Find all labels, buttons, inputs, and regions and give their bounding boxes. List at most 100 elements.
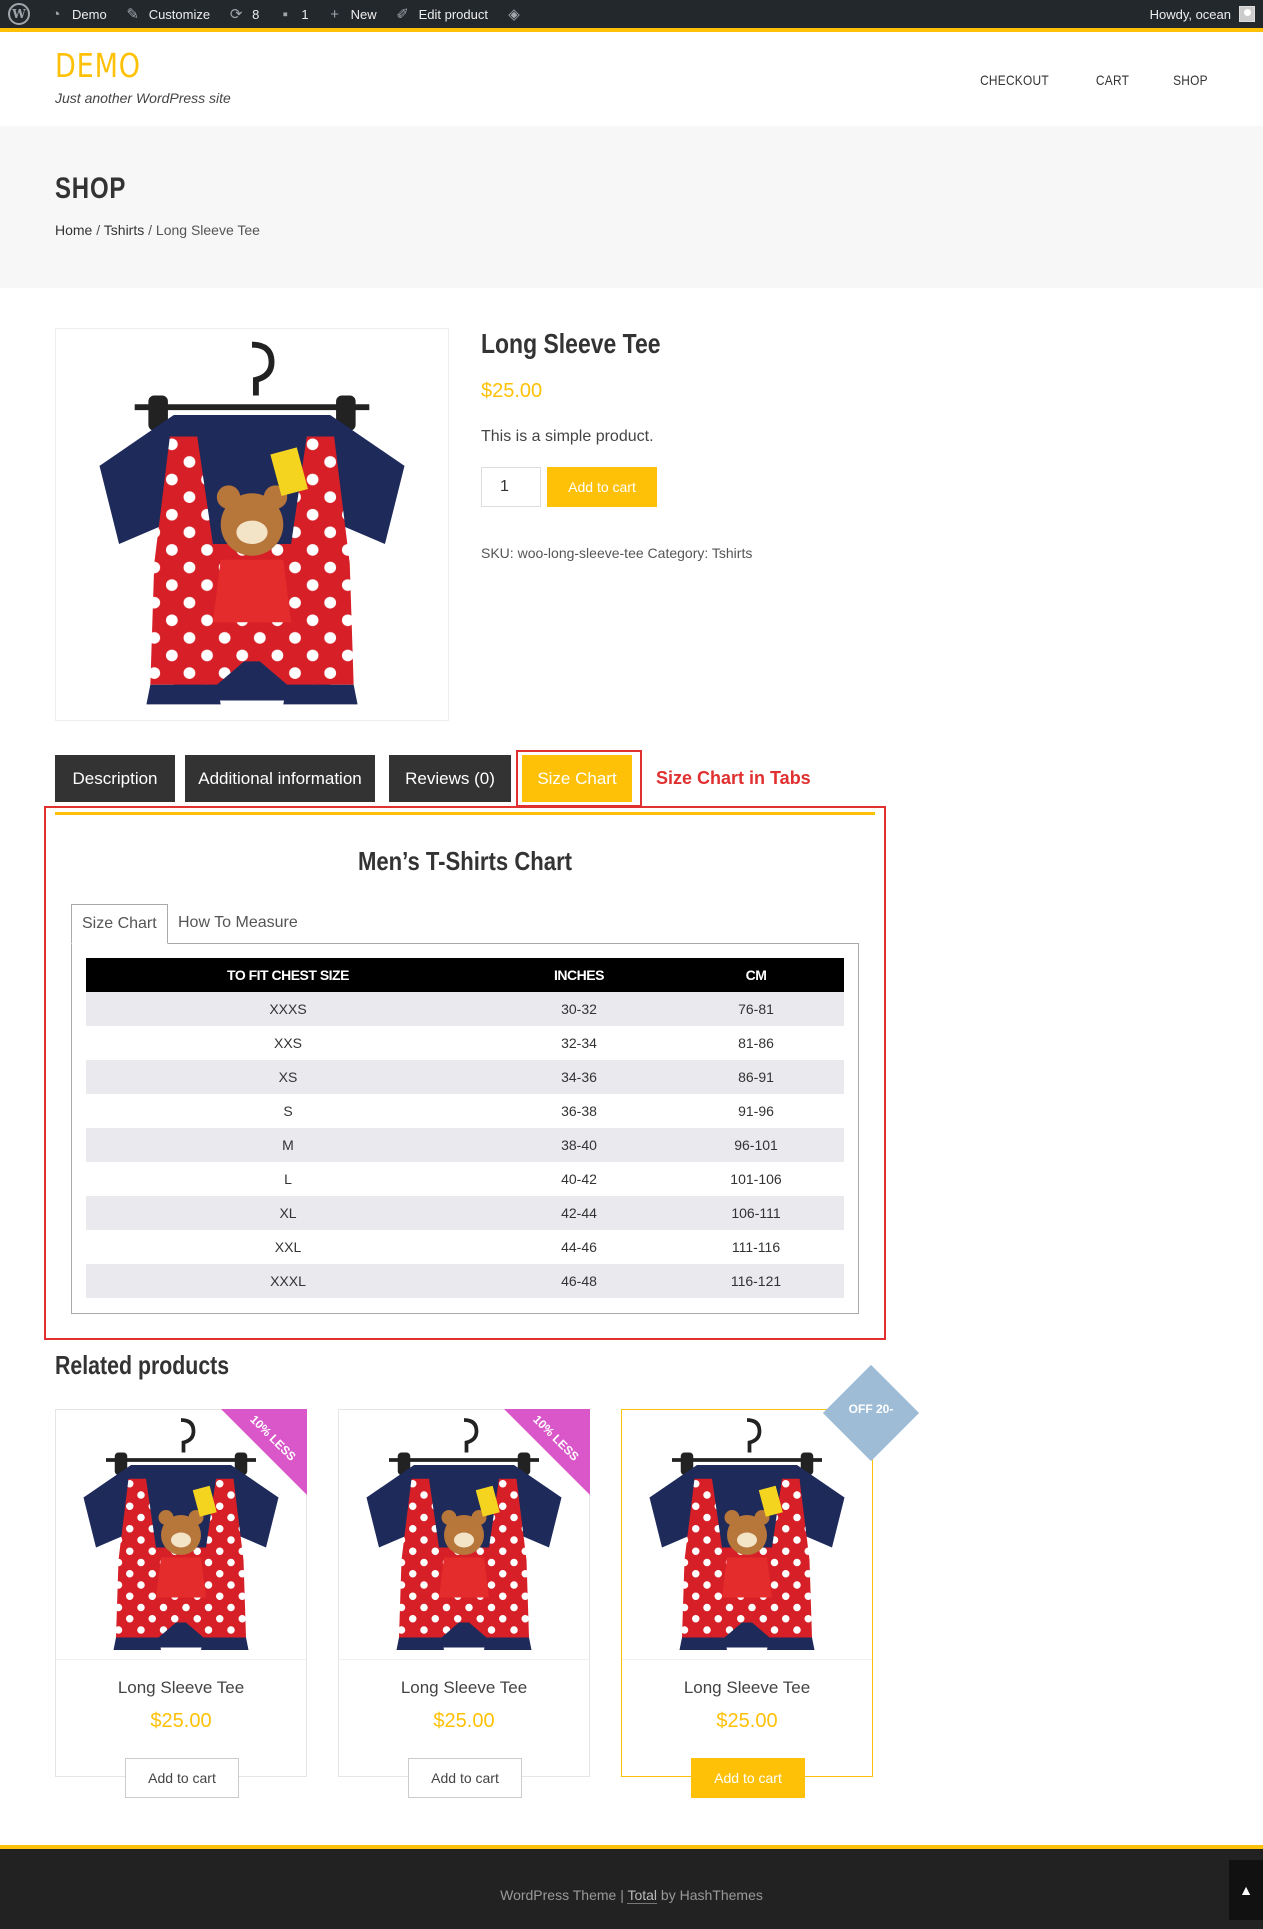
site-footer: WordPress Theme | Total by HashThemes [0, 1845, 1263, 1929]
size-cell: S [283, 1103, 293, 1119]
related-product-card[interactable]: 10% LESS Long Sleeve Tee $25.00 Add to c… [338, 1409, 590, 1798]
sku-label: SKU: [481, 545, 514, 561]
inner-tab-how-to-measure[interactable]: How To Measure [168, 904, 308, 944]
footer-theme-link[interactable]: Total [627, 1887, 658, 1904]
cm-cell: 81-86 [738, 1035, 774, 1051]
new-content-menu[interactable]: + New [317, 0, 385, 30]
avatar [1239, 6, 1255, 22]
comments-link[interactable]: ▪ 1 [267, 0, 316, 30]
table-row: XL 42-44 106-111 [86, 1196, 844, 1230]
sku-value: woo-long-sleeve-tee [517, 545, 644, 561]
plugin-diamond-menu[interactable]: ◈ [496, 0, 538, 30]
quantity-input[interactable]: 1 [481, 467, 541, 507]
size-cell: L [284, 1171, 292, 1187]
footer-prefix: WordPress Theme | [500, 1887, 628, 1903]
related-product-card[interactable]: 10% LESS Long Sleeve Tee $25.00 Add to c… [55, 1409, 307, 1798]
add-to-cart-button[interactable]: Add to cart [408, 1758, 522, 1798]
main-navigation: CHECKOUT CART SHOP [974, 72, 1211, 88]
inches-cell: 46-48 [490, 1264, 668, 1298]
comments-count: 1 [301, 6, 309, 22]
size-cell: XL [86, 1196, 490, 1230]
related-product-image[interactable] [622, 1410, 872, 1660]
table-row: S 36-38 91-96 [86, 1094, 844, 1128]
edit-product-label: Edit product [418, 6, 488, 22]
site-tagline: Just another WordPress site [55, 90, 231, 106]
edit-product-link[interactable]: ✐ Edit product [385, 0, 496, 30]
product-image[interactable] [55, 328, 449, 721]
category-label: Category: [647, 545, 709, 561]
table-row: XXL 44-46 111-116 [86, 1230, 844, 1264]
table-row: XXS 32-34 81-86 [86, 1026, 844, 1060]
diamond-icon: ◈ [508, 6, 520, 23]
cm-cell: 116-121 [668, 1264, 844, 1298]
dashboard-icon: ◔ [51, 5, 61, 23]
brush-icon: ✎ [126, 6, 139, 23]
inches-cell: 32-34 [561, 1035, 597, 1051]
product-photo [622, 1410, 872, 1660]
account-menu[interactable]: Howdy, ocean [1142, 0, 1263, 30]
table-row: XS 34-36 86-91 [86, 1060, 844, 1094]
table-row: XXXS 30-32 76-81 [86, 992, 844, 1026]
size-chart-table: TO FIT CHEST SIZE INCHES CM XXXS 30-32 76-… [86, 958, 844, 1298]
site-name-menu[interactable]: ◔ Demo [38, 0, 115, 30]
breadcrumb-category[interactable]: Tshirts [104, 222, 144, 238]
size-cell: XS [86, 1060, 490, 1094]
add-to-cart-button[interactable]: Add to cart [547, 467, 657, 507]
pencil-icon: ✐ [396, 6, 409, 23]
related-product-title[interactable]: Long Sleeve Tee [622, 1678, 872, 1698]
size-cell: M [86, 1128, 490, 1162]
cm-cell: 111-116 [731, 1239, 781, 1255]
site-logo[interactable]: DEMO [55, 46, 141, 85]
nav-item-cart[interactable]: CART [1096, 72, 1129, 88]
related-product-price: $25.00 [716, 1710, 778, 1732]
wordpress-logo-button[interactable]: W [0, 0, 38, 30]
annotation-box-tab [516, 750, 642, 807]
breadcrumb-current: Long Sleeve Tee [155, 222, 260, 238]
page-title-band: SHOP Home / Tshirts / Long Sleeve Tee [0, 126, 1263, 288]
related-product-price: $25.00 [433, 1710, 495, 1732]
inches-cell: 30-32 [490, 992, 668, 1026]
related-product-card[interactable]: OFF 20- Long Sleeve Tee $25.00 Add to ca… [621, 1364, 920, 1798]
product-photo [56, 329, 448, 720]
sale-badge: OFF 20- [848, 1402, 894, 1416]
column-header-chest: TO FIT CHEST SIZE [86, 958, 490, 992]
related-product-title[interactable]: Long Sleeve Tee [56, 1678, 306, 1698]
updates-icon: ⟳ [229, 6, 243, 23]
product-short-description: This is a simple product. [481, 428, 654, 445]
tab-panel-top-border [55, 812, 875, 815]
inches-cell: 34-36 [490, 1060, 668, 1094]
sale-badge: 10% LESS [530, 1412, 582, 1464]
nav-item-checkout[interactable]: CHECKOUT [980, 72, 1049, 88]
size-cell: XXXL [86, 1264, 490, 1298]
chevron-up-icon: ▲ [1239, 1882, 1253, 1898]
size-cell: XXL [274, 1239, 302, 1255]
category-link[interactable]: Tshirts [712, 545, 752, 561]
cm-cell: 106-111 [668, 1196, 844, 1230]
size-cell: XXXS [86, 992, 490, 1026]
product-meta: SKU: woo-long-sleeve-tee Category: Tshir… [481, 545, 752, 561]
add-to-cart-button[interactable]: Add to cart [691, 1758, 805, 1798]
updates-count: 8 [252, 6, 260, 22]
site-header: DEMO Just another WordPress site CHECKOU… [0, 36, 1263, 126]
cm-cell: 86-91 [668, 1060, 844, 1094]
size-cell: XXS [273, 1035, 302, 1051]
sale-ribbon: 10% LESS [221, 1409, 307, 1495]
customize-link[interactable]: ✎ Customize [115, 0, 218, 30]
customize-label: Customize [148, 6, 211, 22]
inches-cell: 42-44 [490, 1196, 668, 1230]
tab-additional-information[interactable]: Additional information [185, 755, 375, 802]
scroll-to-top-button[interactable]: ▲ [1229, 1860, 1263, 1920]
tab-reviews[interactable]: Reviews (0) [389, 755, 511, 802]
footer-credits: WordPress Theme | Total by HashThemes [0, 1887, 1263, 1904]
add-to-cart-button[interactable]: Add to cart [125, 1758, 239, 1798]
new-label: New [350, 6, 377, 22]
inner-tab-size-chart[interactable]: Size Chart [71, 904, 168, 944]
tab-description[interactable]: Description [55, 755, 175, 802]
size-chart-title: Men’s T-Shirts Chart [357, 846, 573, 876]
related-product-title[interactable]: Long Sleeve Tee [339, 1678, 589, 1698]
updates-link[interactable]: ⟳ 8 [218, 0, 267, 30]
column-header-inches: INCHES [490, 958, 668, 992]
inches-cell: 44-46 [561, 1239, 597, 1255]
nav-item-shop[interactable]: SHOP [1173, 72, 1208, 88]
breadcrumb-home[interactable]: Home [55, 222, 92, 238]
